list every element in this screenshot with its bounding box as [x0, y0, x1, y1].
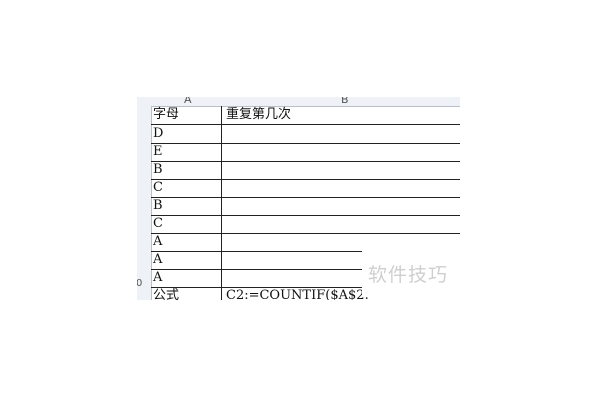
row-header-column: 0 [137, 106, 152, 300]
cell-letter[interactable]: A [151, 233, 222, 251]
column-header-b[interactable]: B [341, 97, 349, 106]
cell-header-letter[interactable]: 字母 [151, 106, 222, 124]
cell-letter[interactable]: A [151, 269, 222, 287]
cell-letter[interactable]: A [151, 251, 222, 269]
watermark-text: 软件技巧 [368, 264, 449, 286]
cell-count[interactable] [223, 215, 460, 233]
cell-count[interactable] [223, 125, 460, 143]
cell-count[interactable] [223, 233, 460, 251]
table-row: C [151, 179, 460, 198]
cell-formula-label[interactable]: 公式 [151, 287, 222, 300]
cell-letter[interactable]: E [151, 143, 222, 161]
row-number[interactable]: 0 [137, 278, 142, 289]
table-row: B [151, 161, 460, 180]
cell-count[interactable] [223, 161, 460, 179]
cell-count[interactable] [223, 143, 460, 161]
table-row: B [151, 197, 460, 216]
table-row: A [151, 233, 460, 252]
table-row: C [151, 215, 460, 234]
header-row: 字母 重复第几次 [151, 106, 460, 125]
cell-count[interactable] [223, 197, 460, 215]
cell-header-repeat-count[interactable]: 重复第几次 [223, 106, 460, 124]
cell-letter[interactable]: C [151, 215, 222, 233]
cell-letter[interactable]: B [151, 161, 222, 179]
table-row: E [151, 143, 460, 162]
cell-letter[interactable]: B [151, 197, 222, 215]
table-row: D [151, 125, 460, 144]
cell-letter[interactable]: D [151, 125, 222, 143]
column-header-a[interactable]: A [184, 97, 192, 106]
cell-count[interactable] [223, 179, 460, 197]
cell-letter[interactable]: C [151, 179, 222, 197]
